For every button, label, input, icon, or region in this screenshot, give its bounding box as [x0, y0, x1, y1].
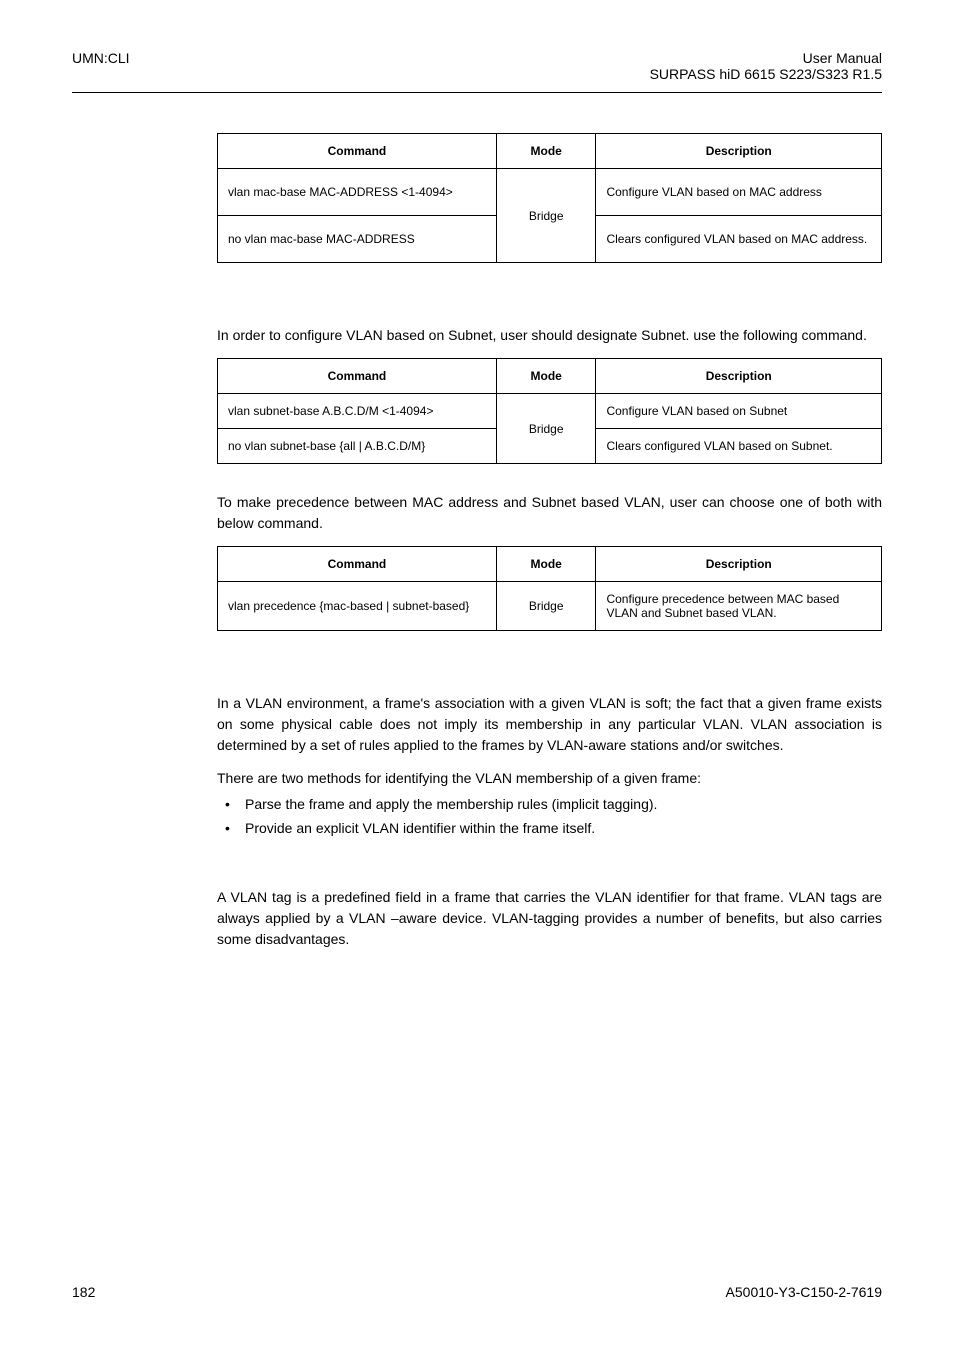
list-item: Provide an explicit VLAN identifier with… [245, 817, 595, 841]
bullet-dot-icon: • [225, 793, 245, 817]
table-subnet-based-vlan: Command Mode Description vlan subnet-bas… [217, 358, 882, 464]
table-header: Command [218, 547, 497, 582]
vlan-tag-para: A VLAN tag is a predefined field in a fr… [217, 887, 882, 950]
table-header: Command [218, 359, 497, 394]
table-header: Command [218, 134, 497, 169]
table-header: Mode [496, 134, 596, 169]
tagged-vlan-para2: There are two methods for identifying th… [217, 768, 882, 789]
page-number: 182 [72, 1284, 95, 1300]
table-header: Mode [496, 359, 596, 394]
tagged-vlan-para1: In a VLAN environment, a frame's associa… [217, 693, 882, 756]
table-cell: no vlan mac-base MAC-ADDRESS [218, 216, 497, 263]
table-precedence: Command Mode Description vlan precedence… [217, 546, 882, 631]
table-cell: Bridge [496, 169, 596, 263]
table-cell: Bridge [496, 582, 596, 631]
table-cell: Bridge [496, 394, 596, 464]
header-left: UMN:CLI [72, 50, 130, 82]
header-divider [72, 92, 882, 93]
table-mac-based-vlan: Command Mode Description vlan mac-base M… [217, 133, 882, 263]
table-header: Description [596, 547, 882, 582]
bullet-dot-icon: • [225, 817, 245, 841]
section-subnet-para: In order to configure VLAN based on Subn… [217, 325, 882, 346]
bullet-list: • Parse the frame and apply the membersh… [225, 793, 882, 841]
header-right-1: User Manual [650, 50, 882, 66]
precedence-para: To make precedence between MAC address a… [217, 492, 882, 534]
table-cell: vlan mac-base MAC-ADDRESS <1-4094> [218, 169, 497, 216]
doc-id: A50010-Y3-C150-2-7619 [726, 1284, 882, 1300]
table-header: Description [596, 134, 882, 169]
table-cell: no vlan subnet-base {all | A.B.C.D/M} [218, 429, 497, 464]
table-header: Description [596, 359, 882, 394]
table-cell: vlan subnet-base A.B.C.D/M <1-4094> [218, 394, 497, 429]
table-cell: Clears configured VLAN based on MAC addr… [596, 216, 882, 263]
table-cell: Configure precedence between MAC based V… [596, 582, 882, 631]
table-header: Mode [496, 547, 596, 582]
list-item: Parse the frame and apply the membership… [245, 793, 657, 817]
header-right-2: SURPASS hiD 6615 S223/S323 R1.5 [650, 66, 882, 82]
table-cell: vlan precedence {mac-based | subnet-base… [218, 582, 497, 631]
table-cell: Configure VLAN based on MAC address [596, 169, 882, 216]
table-cell: Configure VLAN based on Subnet [596, 394, 882, 429]
table-cell: Clears configured VLAN based on Subnet. [596, 429, 882, 464]
